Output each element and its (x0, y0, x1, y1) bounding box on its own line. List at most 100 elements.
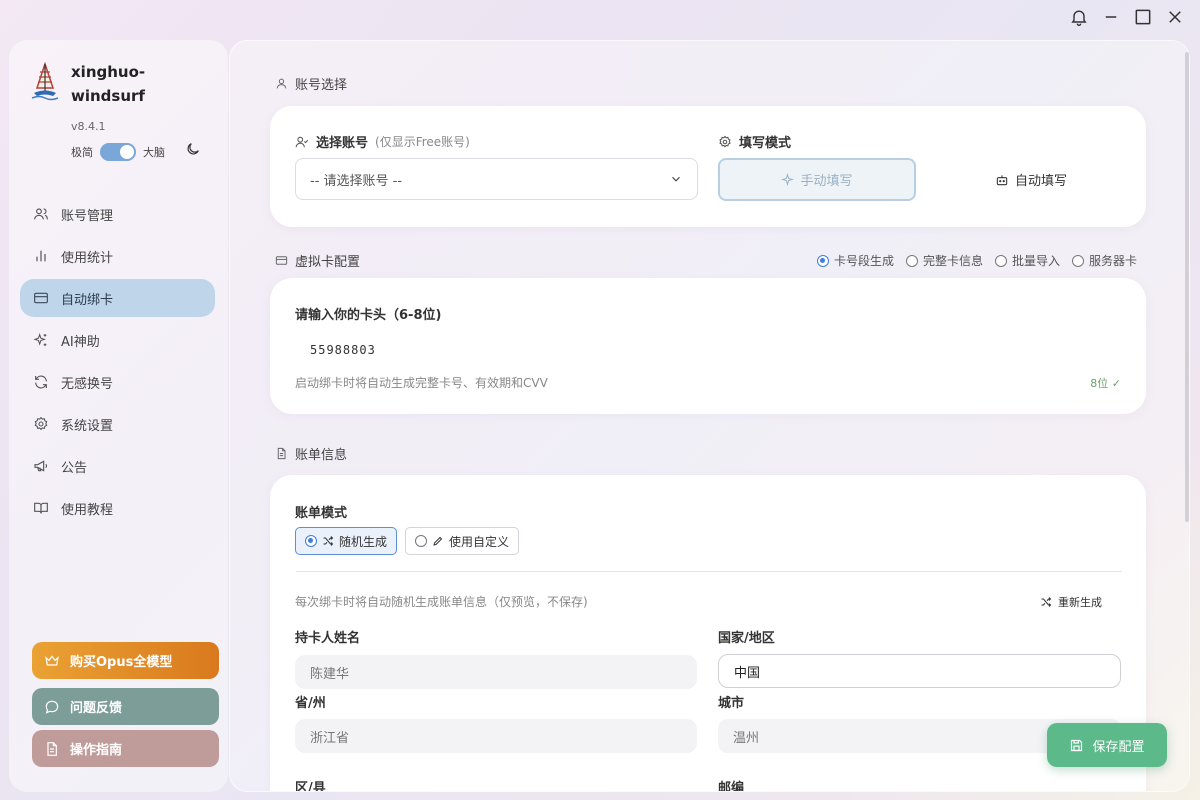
regenerate-button[interactable]: 重新生成 (1040, 594, 1102, 610)
sidebar-item-label: 系统设置 (61, 418, 114, 434)
moon-icon[interactable] (185, 141, 201, 157)
sidebar-item-ai-assist[interactable]: AI神助 (20, 321, 215, 359)
shuffle-icon (1041, 597, 1052, 607)
billing-divider (296, 571, 1122, 572)
buy-opus-label: 购买Opus全模型 (70, 655, 173, 670)
radio-card-range[interactable]: 卡号段生成 (817, 252, 894, 269)
section-title-text: 账号选择 (295, 78, 348, 93)
sidebar-item-label: AI神助 (61, 334, 100, 350)
users-icon (34, 208, 48, 220)
radio-label: 卡号段生成 (834, 254, 895, 268)
main-scrollbar[interactable] (1185, 52, 1189, 522)
manual-fill-button[interactable]: 手动填写 (718, 158, 916, 201)
document-icon (47, 741, 57, 756)
account-card: 选择账号 (仅显示Free账号) -- 请选择账号 -- 填写模式 手动填写 自… (270, 106, 1146, 227)
sidebar-item-account-management[interactable]: 账号管理 (20, 195, 215, 233)
main-panel: 账号选择 选择账号 (仅显示Free账号) -- 请选择账号 -- 填写模式 手… (229, 40, 1190, 792)
minimize-icon[interactable] (1098, 4, 1124, 30)
select-account-hint: (仅显示Free账号) (375, 135, 470, 149)
account-section-title: 账号选择 (275, 74, 347, 93)
manual-fill-label: 手动填写 (800, 174, 853, 189)
sidebar-item-auto-bind-card[interactable]: 自动绑卡 (20, 279, 215, 317)
guide-button[interactable]: 操作指南 (32, 730, 219, 767)
province-field[interactable]: 浙江省 (295, 719, 697, 753)
user-check-icon (295, 136, 309, 147)
sidebar-nav: 账号管理 使用统计 自动绑卡 AI神助 无感换号 系统设置 公告 使用教程 (20, 195, 215, 531)
auto-fill-label: 自动填写 (1014, 174, 1067, 189)
vcard-section-title: 虚拟卡配置 (275, 251, 360, 270)
gear-icon (34, 416, 48, 431)
cardholder-name-label: 持卡人姓名 (295, 631, 361, 646)
mode-toggle[interactable] (100, 143, 136, 161)
card-head-note: 启动绑卡时将自动生成完整卡号、有效期和CVV (295, 376, 548, 390)
guide-label: 操作指南 (70, 743, 123, 758)
credit-card-icon (34, 292, 48, 304)
sidebar-item-label: 无感换号 (61, 376, 114, 392)
feedback-button[interactable]: 问题反馈 (32, 688, 219, 725)
country-label: 国家/地区 (718, 631, 775, 646)
section-title-text: 虚拟卡配置 (295, 255, 361, 270)
chat-bubble-icon (45, 700, 59, 714)
sidebar-item-announcement[interactable]: 公告 (20, 447, 215, 485)
sidebar-item-system-settings[interactable]: 系统设置 (20, 405, 215, 443)
auto-fill-button[interactable]: 自动填写 (932, 158, 1130, 201)
crown-icon (45, 654, 59, 666)
billing-custom-label: 使用自定义 (449, 534, 510, 549)
radio-full-card[interactable]: 完整卡信息 (906, 252, 983, 269)
save-config-label: 保存配置 (1092, 739, 1145, 755)
bell-icon[interactable] (1066, 4, 1092, 30)
sparkles-icon (33, 333, 47, 346)
sidebar-item-tutorial[interactable]: 使用教程 (20, 489, 215, 527)
bar-chart-icon (36, 250, 46, 262)
app-name: xinghuo-windsurf (71, 63, 146, 105)
card-head-input[interactable]: 55988803 (310, 343, 376, 357)
radio-batch-import[interactable]: 批量导入 (995, 252, 1060, 269)
credit-card-icon (275, 256, 288, 265)
billing-note: 每次绑卡时将自动随机生成账单信息（仅预览，不保存) (295, 595, 588, 609)
section-title-text: 账单信息 (295, 448, 348, 463)
billing-card: 账单模式 随机生成 使用自定义 每次绑卡时将自动随机生成账单信息（仅预览，不保存… (270, 475, 1146, 792)
cardholder-name-field[interactable]: 陈建华 (295, 655, 697, 689)
regenerate-label: 重新生成 (1058, 596, 1102, 609)
country-field[interactable]: 中国 (718, 654, 1121, 688)
shuffle-icon (323, 536, 334, 546)
radio-label: 服务器卡 (1089, 254, 1138, 268)
chevron-down-icon (672, 176, 680, 182)
vcard-mode-radio-group: 卡号段生成 完整卡信息 批量导入 服务器卡 (817, 252, 1137, 269)
select-account-label: 选择账号 (仅显示Free账号) (295, 132, 470, 151)
sidebar-item-label: 自动绑卡 (61, 292, 114, 308)
maximize-icon[interactable] (1130, 4, 1156, 30)
fill-mode-label: 填写模式 (718, 132, 791, 151)
brand: xinghuo-windsurf (31, 62, 161, 108)
buy-opus-button[interactable]: 购买Opus全模型 (32, 642, 219, 679)
mode-left-label: 极简 (71, 146, 93, 159)
save-config-button[interactable]: 保存配置 (1047, 723, 1167, 767)
sparkle-icon (781, 173, 795, 186)
radio-server-card[interactable]: 服务器卡 (1072, 252, 1137, 269)
province-label: 省/州 (295, 696, 326, 711)
billing-random-label: 随机生成 (339, 534, 388, 549)
sidebar-item-seamless-switch[interactable]: 无感换号 (20, 363, 215, 401)
city-label: 城市 (718, 696, 745, 711)
pencil-icon (433, 536, 443, 546)
sidebar: xinghuo-windsurf v8.4.1 极简 大脑 账号管理 使用统计 … (9, 40, 228, 792)
billing-mode-label: 账单模式 (295, 506, 348, 521)
billing-random-button[interactable]: 随机生成 (295, 527, 398, 555)
radio-label: 批量导入 (1012, 254, 1061, 268)
document-icon (277, 447, 286, 460)
sidebar-item-label: 公告 (61, 460, 88, 476)
billing-section-title: 账单信息 (275, 444, 347, 463)
gear-icon (719, 135, 731, 148)
close-icon[interactable] (1162, 4, 1188, 30)
megaphone-icon (34, 460, 48, 472)
district-label: 区/县 (295, 781, 326, 792)
window-controls (1066, 4, 1188, 30)
sidebar-item-label: 使用统计 (61, 250, 114, 266)
save-icon (1071, 739, 1083, 751)
billing-custom-button[interactable]: 使用自定义 (405, 527, 520, 555)
sidebar-item-label: 使用教程 (61, 502, 114, 518)
sidebar-item-usage-stats[interactable]: 使用统计 (20, 237, 215, 275)
account-select[interactable]: -- 请选择账号 -- (295, 158, 698, 200)
zip-label: 邮编 (718, 781, 745, 792)
app-version: v8.4.1 (71, 120, 106, 133)
